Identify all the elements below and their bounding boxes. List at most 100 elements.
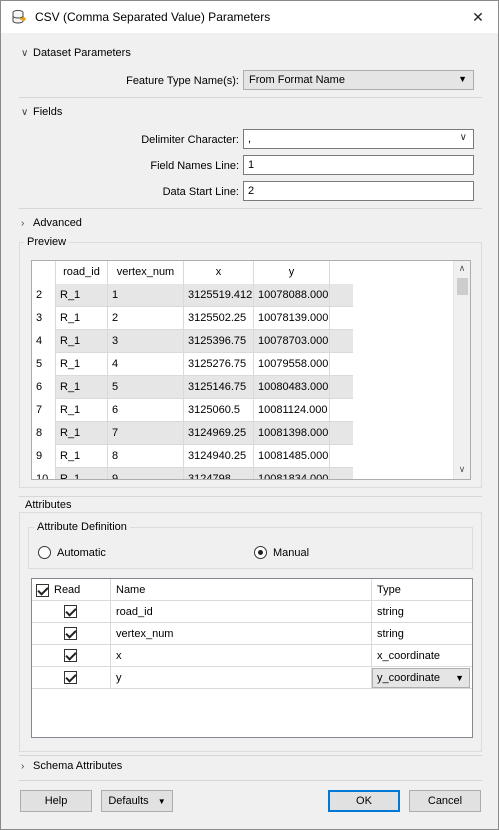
preview-table[interactable]: road_id vertex_num x y 2 R_1 1 3125519.412 10078… [31, 260, 471, 480]
attribute-name[interactable]: x [112, 645, 122, 667]
read-checkbox[interactable] [64, 671, 77, 684]
delimiter-label: Delimiter Character: [141, 134, 239, 146]
close-icon[interactable]: ✕ [468, 7, 488, 27]
divider [19, 208, 482, 209]
preview-cell: 3125146.75 [184, 376, 254, 399]
dialog-window: CSV (Comma Separated Value) Parameters ✕… [0, 0, 499, 830]
preview-cell: 10 [32, 468, 56, 479]
preview-cell: 3125396.75 [184, 330, 254, 353]
attribute-definition-label: Attribute Definition [34, 521, 130, 533]
defaults-button[interactable]: Defaults ▼ [101, 790, 173, 812]
advanced-label: Advanced [33, 217, 82, 229]
column-header-name: Name [116, 584, 146, 596]
row-divider [32, 622, 472, 623]
defaults-label: Defaults [108, 795, 149, 807]
preview-cell: 9 [108, 468, 184, 479]
column-header-type: Type [377, 584, 401, 596]
attribute-type[interactable]: string [373, 601, 404, 623]
data-start-label: Data Start Line: [162, 186, 239, 198]
attributes-table[interactable]: Read Name Type road_id string vertex_num st… [31, 578, 473, 738]
scroll-thumb[interactable] [457, 278, 468, 295]
read-checkbox[interactable] [64, 627, 77, 640]
preview-cell: 10078088.000 [254, 284, 330, 307]
feature-type-label: Feature Type Name(s): [126, 75, 239, 87]
preview-cell: 10081485.000 [254, 445, 330, 468]
column-divider [110, 579, 111, 689]
radio-selected-dot [258, 550, 263, 555]
manual-label: Manual [273, 547, 310, 559]
preview-cell: 10081398.000 [254, 422, 330, 445]
preview-scrollbar[interactable]: ∧ ∨ [453, 261, 470, 479]
database-export-icon [12, 10, 27, 24]
fields-header[interactable]: ∨ Fields [21, 106, 62, 118]
preview-cell: 1 [108, 284, 184, 307]
help-button[interactable]: Help [20, 790, 92, 812]
scroll-up-icon[interactable]: ∧ [454, 263, 470, 279]
preview-column-header: y [254, 261, 330, 284]
chevron-down-icon: ∨ [459, 132, 467, 143]
preview-cell: 4 [108, 353, 184, 376]
preview-cell: 10078139.000 [254, 307, 330, 330]
preview-cell: R_1 [56, 307, 108, 330]
preview-cell: 7 [108, 422, 184, 445]
scroll-down-icon[interactable]: ∨ [454, 464, 470, 479]
dataset-parameters-label: Dataset Parameters [33, 47, 131, 59]
read-checkbox[interactable] [64, 605, 77, 618]
dataset-parameters-header[interactable]: ∨ Dataset Parameters [21, 47, 131, 59]
preview-column-header: road_id [56, 261, 108, 284]
row-divider [32, 688, 472, 689]
attribute-name[interactable]: road_id [112, 601, 153, 623]
data-start-input[interactable]: 2 [243, 181, 474, 201]
read-checkbox[interactable] [64, 649, 77, 662]
manual-radio[interactable] [254, 546, 267, 559]
attribute-name[interactable]: y [112, 667, 122, 689]
preview-column-header: vertex_num [108, 261, 184, 284]
preview-cell: 3125060.5 [184, 399, 254, 422]
field-names-input[interactable]: 1 [243, 155, 474, 175]
row-divider [32, 600, 472, 601]
divider [19, 496, 482, 497]
preview-cell: 10081124.000 [254, 399, 330, 422]
preview-cell: R_1 [56, 445, 108, 468]
delimiter-combo[interactable]: , ∨ [243, 129, 474, 149]
schema-attributes-header[interactable]: › Schema Attributes [21, 760, 122, 772]
preview-column-header [32, 261, 56, 284]
attributes-label: Attributes [25, 499, 72, 511]
attribute-name[interactable]: vertex_num [112, 623, 173, 645]
attribute-type[interactable]: string [373, 623, 404, 645]
preview-cell: 8 [108, 445, 184, 468]
preview-cell: 10078703.000 [254, 330, 330, 353]
ok-button[interactable]: OK [328, 790, 400, 812]
preview-cell: R_1 [56, 399, 108, 422]
chevron-down-icon: ∨ [21, 48, 29, 59]
delimiter-value: , [248, 133, 252, 145]
attribute-type[interactable]: x_coordinate [373, 645, 440, 667]
preview-cell: R_1 [56, 284, 108, 307]
chevron-right-icon: › [21, 218, 25, 229]
preview-cell: 7 [32, 399, 56, 422]
preview-column-header: x [184, 261, 254, 284]
dropdown-arrow-icon: ▼ [455, 673, 464, 683]
preview-cell: 6 [32, 376, 56, 399]
divider [19, 97, 482, 98]
window-title: CSV (Comma Separated Value) Parameters [35, 10, 271, 24]
preview-cell: 5 [32, 353, 56, 376]
preview-cell: 3124798 [184, 468, 254, 479]
advanced-header[interactable]: › Advanced [21, 217, 82, 229]
cancel-button[interactable]: Cancel [409, 790, 481, 812]
preview-cell: 3125502.25 [184, 307, 254, 330]
automatic-radio[interactable] [38, 546, 51, 559]
feature-type-select[interactable]: From Format Name ▼ [243, 70, 474, 90]
preview-cell: 2 [108, 307, 184, 330]
preview-cell: 6 [108, 399, 184, 422]
attribute-type-select[interactable]: y_coordinate ▼ [372, 668, 470, 688]
column-header-read: Read [54, 584, 81, 596]
read-all-checkbox[interactable] [36, 584, 49, 597]
preview-label: Preview [24, 236, 70, 248]
preview-cell: 10081834.000 [254, 468, 330, 479]
preview-cell: 3125276.75 [184, 353, 254, 376]
preview-cell: 8 [32, 422, 56, 445]
preview-cell: R_1 [56, 376, 108, 399]
preview-cell: 4 [32, 330, 56, 353]
preview-cell: 3 [108, 330, 184, 353]
